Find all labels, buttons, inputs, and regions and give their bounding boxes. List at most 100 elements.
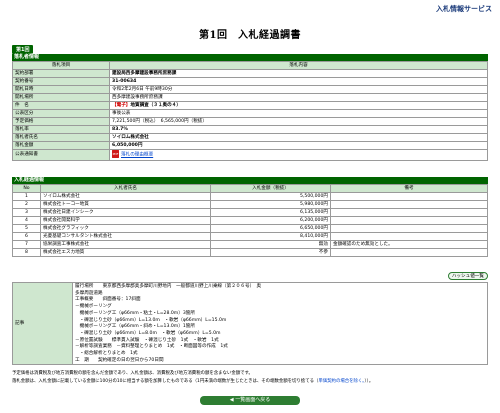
bid-name: 株式会社エスカ地質 (40, 248, 211, 257)
bid-row: 3 株式会社日建インシーク 6,135,000円 (12, 208, 488, 217)
bid-history-header: 入札経過情報 (12, 177, 488, 184)
info-row: 契約番号 31-00634 (12, 77, 488, 86)
remarks-line: 工事概要 斜面番号：17斜面 (75, 297, 141, 303)
bid-amount: 6,135,000円 (210, 208, 331, 217)
info-value: 【電子】地質調査（３１奥の４） (109, 101, 488, 110)
bid-note (330, 208, 488, 217)
info-value: 令和2年2月6日 午前9時30分 (109, 85, 488, 94)
info-label: 開札場所 (12, 93, 110, 102)
info-label: 件 名 (12, 101, 110, 110)
award-reason-link[interactable]: 落札の理由概要 (121, 153, 153, 158)
remarks-line: ・総合解析とりまとめ 1式 (75, 351, 138, 357)
info-row: 開札場所 西多摩建設事務所庶務課 (12, 93, 488, 102)
remarks-line: －機械ボーリング (75, 304, 112, 310)
subject-text: 地質調査（３１奥の４） (130, 103, 181, 108)
info-label: 契約部署 (12, 69, 110, 78)
info-row: 落札率 83.7% (12, 125, 488, 134)
remarks-line: 工 期 契約確定の日の翌日から70日間 (75, 357, 164, 363)
hash-list-button[interactable]: ハッシュ値一覧 (447, 272, 488, 280)
page-title: 第1回 入札経過調書 (199, 30, 301, 41)
info-value: 83.7% (109, 125, 488, 134)
unit-price-link[interactable]: 単価契約の場合を除く。 (318, 379, 364, 384)
info-label: 落札者氏名 (12, 133, 110, 142)
bid-amount: 5,980,000円 (210, 200, 331, 209)
amount-note: 落札金額は、入札金額に記載している金額に100分の10に相当する額を加算したもの… (12, 378, 488, 385)
bid-row: 8 株式会社エスカ地質 不参 (12, 248, 488, 257)
remarks-line: 機械ボーリング工（φ66mm・粘土・L=28.0m）3箇所 (75, 310, 195, 316)
bid-col-no: No (12, 184, 41, 193)
bid-row: 5 株式会社グラフィック 6,650,000円 (12, 224, 488, 233)
bid-note (330, 224, 488, 233)
col-item-header: 落札項目 (12, 61, 110, 70)
info-row: 件 名【電子】地質調査（３１奥の４） (12, 101, 488, 110)
info-value: 7,221,500円（税込） 6,565,000円（税抜） (109, 117, 488, 126)
bid-no: 1 (12, 192, 41, 201)
winner-info-header: 落札者情報 (12, 54, 488, 61)
round-badge: 第1回 (12, 45, 34, 54)
bid-col-amount: 入札金額（税抜） (210, 184, 331, 193)
info-row: 落札者氏名 ソイロム株式会社 (12, 133, 488, 142)
info-value: 事後公表 (109, 109, 488, 118)
info-row: 落札金額 6,050,000円 (12, 141, 488, 150)
bid-no: 7 (12, 240, 41, 249)
bid-no: 8 (12, 248, 41, 257)
info-label: 契約番号 (12, 77, 110, 86)
bid-note (330, 192, 488, 201)
amount-note-text: 落札金額は、入札金額に記載している金額に100分の10に相当する額を加算したもの… (12, 379, 319, 384)
bid-note: 金額確認のため無効とした。 (330, 240, 488, 249)
amount-note-end: ））。 (364, 379, 374, 384)
remarks-content: 履行場所 東京都西多摩郡奥多摩町川野地内 一般都道川野上川乗線（第２０６号） 奥… (72, 281, 488, 366)
remarks-section: 記事 履行場所 東京都西多摩郡奥多摩町川野地内 一般都道川野上川乗線（第２０６号… (12, 281, 488, 366)
info-row: 予定価格 7,221,500円（税込） 6,565,000円（税抜） (12, 117, 488, 126)
bid-no: 4 (12, 216, 41, 225)
bid-table: No 入札者氏名 入札金額（税抜） 備考 1 ソイロム株式会社 5,500,000円… (12, 184, 488, 257)
bid-note (330, 200, 488, 209)
info-value: 6,050,000円 (109, 141, 488, 150)
bid-name: ソイロム株式会社 (40, 192, 211, 201)
info-row: 公表通知書 PDF 落札の理由概要 (12, 149, 488, 161)
bid-col-note: 備考 (330, 184, 488, 193)
bid-amount: 5,500,000円 (210, 192, 331, 201)
info-row: 契約部署 建設局西多摩建設事務所庶務課 (12, 69, 488, 78)
winner-info-section: 落札者情報 落札項目 落札内容 契約部署 建設局西多摩建設事務所庶務課 契約番号 31… (12, 54, 488, 161)
bid-row: 4 株式会社開発科学 6,200,000円 (12, 216, 488, 225)
info-value: 31-00634 (109, 77, 488, 86)
bid-history-section: 入札経過情報 No 入札者氏名 入札金額（税抜） 備考 1 ソイロム株式会社 5,5… (12, 177, 488, 257)
bid-amount: 不参 (210, 248, 331, 257)
bid-name: 株式会社日建インシーク (40, 208, 211, 217)
bid-note (330, 232, 488, 241)
info-label: 公表通知書 (12, 149, 110, 161)
bid-amount: 8,410,000円 (210, 232, 331, 241)
bid-note (330, 216, 488, 225)
info-value: ソイロム株式会社 (109, 133, 488, 142)
back-to-list-button[interactable]: ◀ 一覧画面へ戻る (200, 396, 300, 405)
bid-no: 6 (12, 232, 41, 241)
pdf-icon[interactable]: PDF (112, 150, 119, 158)
electronic-tag: 【電子】 (112, 103, 131, 108)
info-value: 西多摩建設事務所庶務課 (109, 93, 488, 102)
bid-amount: 無効 (210, 240, 331, 249)
info-label: 落札金額 (12, 141, 110, 150)
info-label: 予定価格 (12, 117, 110, 126)
bid-name: 株式会社トーコー地質 (40, 200, 211, 209)
remarks-line: ・礫混じり土砂（φ66mm）L=8.0m ・軟岩（φ66mm）L=5.0m (75, 330, 221, 336)
info-row: 公表区分 事後公表 (12, 109, 488, 118)
remarks-label: 記事 (12, 281, 73, 366)
bid-no: 2 (12, 200, 41, 209)
bid-col-name: 入札者氏名 (40, 184, 211, 193)
bid-row: 2 株式会社トーコー地質 5,980,000円 (12, 200, 488, 209)
bid-row: 7 協栄調査工事株式会社 無効 金額確認のため無効とした。 (12, 240, 488, 249)
bid-row: 1 ソイロム株式会社 5,500,000円 (12, 192, 488, 201)
bid-row: 6 光菱基礎コンサルタント株式会社 8,410,000円 (12, 232, 488, 241)
bid-name: 光菱基礎コンサルタント株式会社 (40, 232, 211, 241)
info-value: PDF 落札の理由概要 (109, 149, 488, 161)
service-title: 入札情報サービス (436, 5, 492, 13)
remarks-line: 機械ボーリング工（φ66mm・斜め・L=13.0m）1箇所 (75, 324, 195, 330)
bid-name: 株式会社グラフィック (40, 224, 211, 233)
col-content-header: 落札内容 (109, 61, 488, 70)
bid-note (330, 248, 488, 257)
info-label: 公表区分 (12, 109, 110, 118)
remarks-line: 履行場所 東京都西多摩郡奥多摩町川野地内 一般都道川野上川乗線（第２０６号） 奥 (75, 284, 262, 289)
bid-amount: 6,200,000円 (210, 216, 331, 225)
bid-no: 5 (12, 224, 41, 233)
